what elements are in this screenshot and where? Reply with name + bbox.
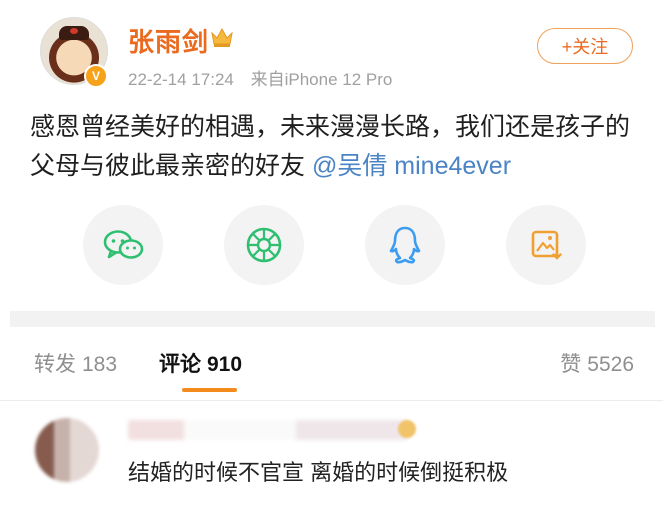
tab-repost-label: 转发 (34, 353, 76, 376)
qq-icon (389, 226, 421, 264)
interaction-tabs: 转发 183 评论 910 赞 5526 (34, 348, 634, 382)
save-image-icon (531, 230, 562, 260)
tab-repost-count: 183 (82, 353, 118, 376)
weibo-post-page: V 张雨剑 22-2-14 17:24 来自iPhone 12 Pro +关注 … (0, 0, 663, 505)
moments-icon (246, 227, 282, 263)
share-moments-button[interactable] (224, 205, 304, 285)
section-divider (10, 311, 655, 327)
share-row (83, 205, 586, 285)
share-qq-button[interactable] (365, 205, 445, 285)
verified-badge-icon: V (84, 64, 108, 88)
post-content: 感恩曾经美好的相遇，未来漫漫长路，我们还是孩子的父母与彼此最亲密的好友 @吴倩 … (30, 108, 640, 186)
post-date: 22-2-14 17:24 (128, 70, 234, 89)
post-source: 来自iPhone 12 Pro (250, 70, 393, 89)
wechat-icon (103, 230, 144, 259)
divider-line (0, 400, 663, 401)
commenter-avatar[interactable] (35, 418, 99, 482)
tab-repost[interactable]: 转发 183 (34, 348, 117, 378)
tab-comment-count: 910 (207, 353, 243, 376)
avatar-hat (59, 26, 89, 40)
tab-comment-label: 评论 (159, 353, 201, 376)
tab-like-label: 赞 (560, 353, 582, 376)
share-wechat-button[interactable] (83, 205, 163, 285)
commenter-name-blurred[interactable] (128, 420, 408, 440)
follow-button[interactable]: +关注 (537, 28, 633, 64)
tab-like[interactable]: 赞 5526 (560, 348, 634, 378)
commenter-badge-icon (398, 420, 416, 438)
crown-icon (211, 27, 233, 47)
tab-comment[interactable]: 评论 910 (159, 348, 242, 378)
post-meta: 22-2-14 17:24 来自iPhone 12 Pro (128, 65, 392, 90)
tab-like-count: 5526 (587, 353, 634, 376)
save-image-button[interactable] (506, 205, 586, 285)
active-tab-indicator (182, 388, 237, 392)
comment-text: 结婚的时候不官宣 离婚的时候倒挺积极 (128, 460, 509, 485)
mention-link[interactable]: @吴倩 mine4ever (312, 152, 511, 180)
author-name[interactable]: 张雨剑 (128, 22, 209, 59)
